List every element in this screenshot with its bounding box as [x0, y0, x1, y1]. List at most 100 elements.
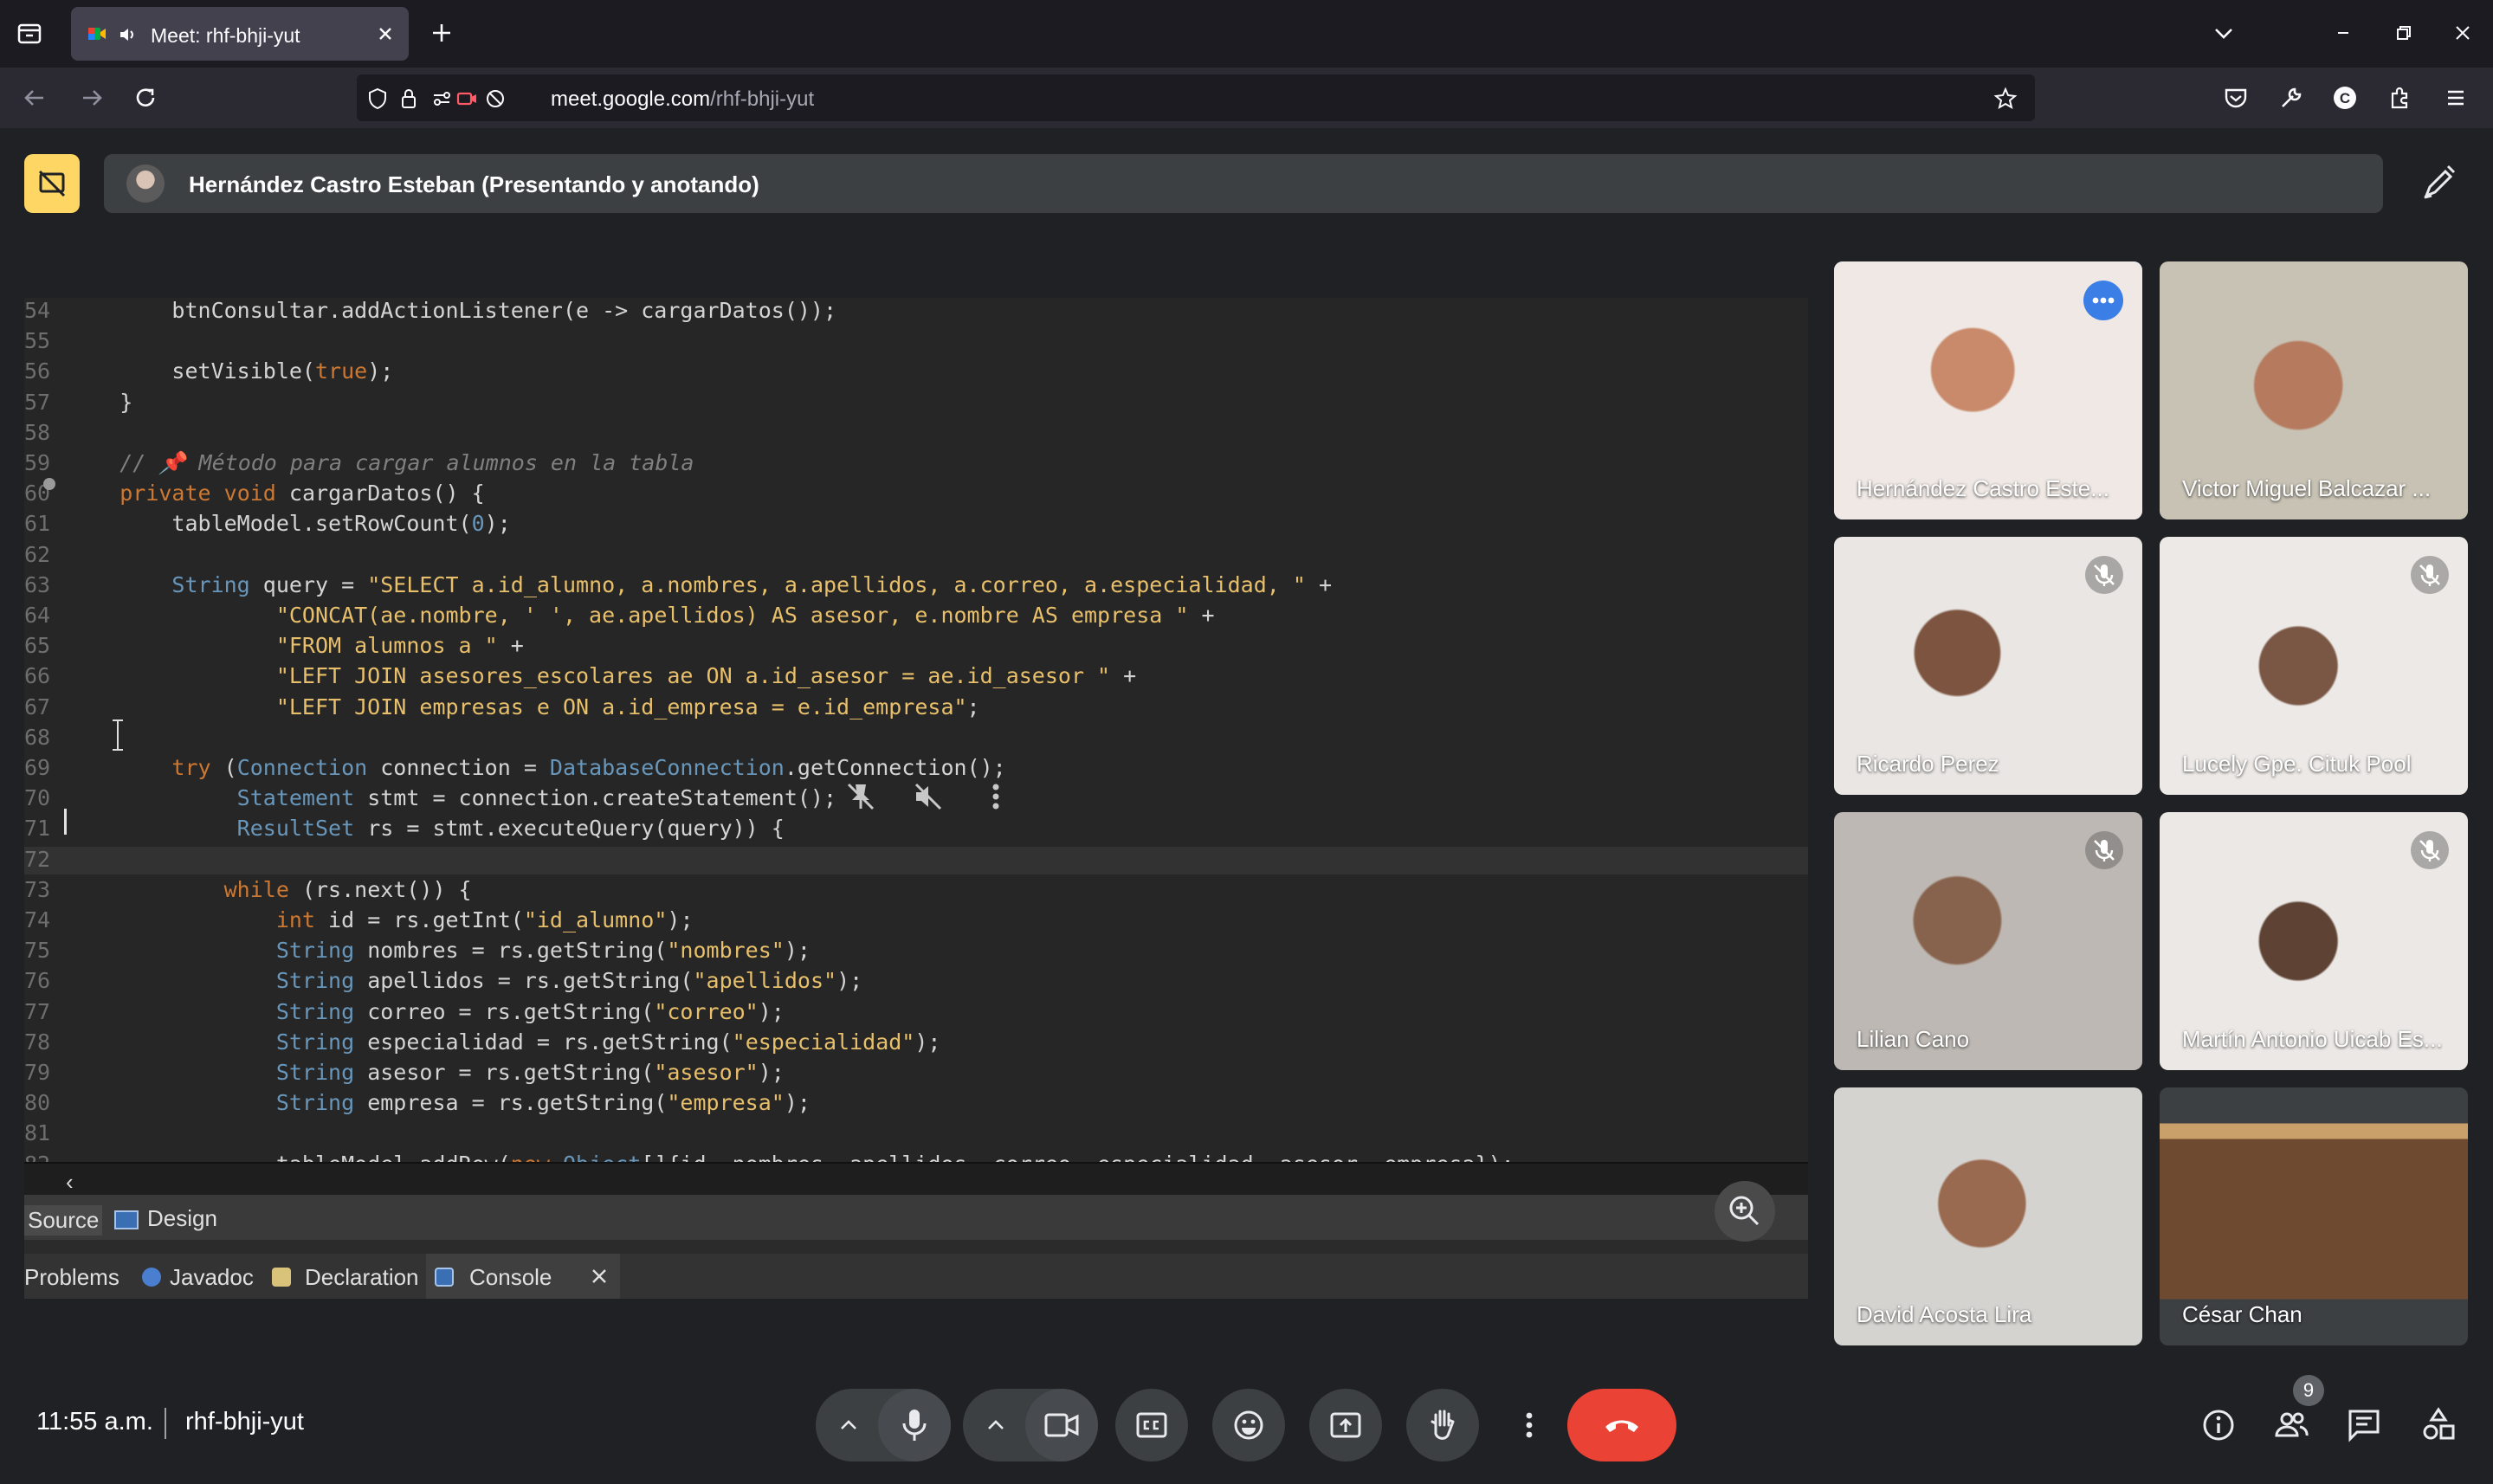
pocket-icon[interactable]: [2220, 82, 2251, 113]
wrench-icon[interactable]: [2276, 82, 2307, 113]
tab-list-icon[interactable]: [14, 17, 45, 48]
code-line[interactable]: 67 "LEFT JOIN empresas e ON a.id_empresa…: [24, 694, 1808, 722]
code-line[interactable]: 63 String query = "SELECT a.id_alumno, a…: [24, 572, 1808, 600]
code-line[interactable]: 57 }: [24, 390, 1808, 417]
participant-tile[interactable]: Victor Miguel Balcazar ...: [2160, 261, 2468, 519]
participant-tile[interactable]: David Acosta Lira: [1834, 1087, 2142, 1345]
camera-sharing-icon[interactable]: [455, 87, 480, 111]
pin-icon[interactable]: [843, 779, 878, 814]
code-line[interactable]: 78 String especialidad = rs.getString("e…: [24, 1029, 1808, 1057]
restore-icon[interactable]: [2388, 17, 2419, 48]
code-text[interactable]: String nombres = rs.getString("nombres")…: [68, 938, 811, 963]
horizontal-scrollbar[interactable]: ‹: [24, 1162, 1808, 1195]
code-line[interactable]: 59 // 📌 Método para cargar alumnos en la…: [24, 450, 1808, 478]
code-text[interactable]: int id = rs.getInt("id_alumno");: [68, 907, 694, 932]
code-line[interactable]: 81: [24, 1120, 1808, 1148]
reload-icon[interactable]: [130, 82, 161, 113]
code-line[interactable]: 77 String correo = rs.getString("correo"…: [24, 999, 1808, 1027]
code-text[interactable]: "CONCAT(ae.nombre, ' ', ae.apellidos) AS…: [68, 603, 1215, 628]
microphone-button[interactable]: [878, 1389, 951, 1461]
code-text[interactable]: tableModel.setRowCount(0);: [68, 511, 510, 536]
reactions-button[interactable]: [1212, 1389, 1285, 1461]
forward-icon[interactable]: [76, 82, 107, 113]
url-text[interactable]: meet.google.com/rhf-bhji-yut: [551, 87, 814, 112]
scroll-left-icon[interactable]: ‹: [66, 1169, 74, 1196]
participant-tile[interactable]: Lucely Gpe. Cituk Pool: [2160, 537, 2468, 795]
speaker-icon[interactable]: [118, 24, 139, 45]
shared-screen[interactable]: 54 btnConsultar.addActionListener(e -> c…: [24, 298, 1808, 1299]
people-icon[interactable]: [2272, 1406, 2310, 1444]
tab-meet[interactable]: Meet: rhf-bhji-yut: [71, 7, 409, 61]
code-line[interactable]: 60 private void cargarDatos() {: [24, 481, 1808, 508]
tab-console[interactable]: Console: [426, 1254, 620, 1299]
video-options-chevron-icon[interactable]: [982, 1411, 1010, 1439]
code-line[interactable]: 66 "LEFT JOIN asesores_escolares ae ON a…: [24, 663, 1808, 691]
tab-design[interactable]: Design: [147, 1205, 217, 1232]
code-text[interactable]: while (rs.next()) {: [68, 877, 472, 902]
extensions-icon[interactable]: [2385, 82, 2416, 113]
more-options-icon[interactable]: [978, 779, 1013, 814]
account-icon[interactable]: C: [2329, 82, 2361, 113]
code-text[interactable]: String empresa = rs.getString("empresa")…: [68, 1090, 811, 1115]
meeting-code[interactable]: rhf-bhji-yut: [185, 1408, 304, 1436]
code-text[interactable]: String correo = rs.getString("correo");: [68, 999, 785, 1024]
code-line[interactable]: 74 int id = rs.getInt("id_alumno");: [24, 907, 1808, 935]
code-editor[interactable]: 54 btnConsultar.addActionListener(e -> c…: [24, 298, 1808, 1237]
shield-icon[interactable]: [365, 87, 390, 111]
tab-declaration[interactable]: Declaration: [305, 1264, 419, 1291]
code-line[interactable]: 64 "CONCAT(ae.nombre, ' ', ae.apellidos)…: [24, 603, 1808, 630]
code-text[interactable]: btnConsultar.addActionListener(e -> carg…: [68, 298, 836, 323]
code-line[interactable]: 68: [24, 725, 1808, 752]
tracking-blocked-icon[interactable]: [483, 87, 507, 111]
code-line[interactable]: 65 "FROM alumnos a " +: [24, 633, 1808, 661]
tab-problems[interactable]: Problems: [24, 1264, 119, 1291]
code-text[interactable]: private void cargarDatos() {: [68, 481, 484, 506]
code-text[interactable]: // 📌 Método para cargar alumnos en la ta…: [68, 450, 694, 476]
code-text[interactable]: "LEFT JOIN asesores_escolares ae ON a.id…: [68, 663, 1136, 688]
code-line[interactable]: 54 btnConsultar.addActionListener(e -> c…: [24, 298, 1808, 326]
audio-options-chevron-icon[interactable]: [835, 1411, 862, 1439]
code-text[interactable]: }: [68, 390, 132, 415]
code-line[interactable]: 79 String asesor = rs.getString("asesor"…: [24, 1060, 1808, 1087]
captions-button[interactable]: [1115, 1389, 1188, 1461]
tile-options-icon[interactable]: [2083, 281, 2123, 320]
close-tab-icon[interactable]: [374, 23, 397, 45]
code-line[interactable]: 73 while (rs.next()) {: [24, 877, 1808, 905]
activities-icon[interactable]: [2419, 1406, 2457, 1444]
code-text[interactable]: String apellidos = rs.getString("apellid…: [68, 968, 862, 993]
breakpoint-dot[interactable]: [43, 478, 55, 490]
code-line[interactable]: 56 setVisible(true);: [24, 358, 1808, 386]
code-text[interactable]: setVisible(true);: [68, 358, 393, 384]
code-text[interactable]: Statement stmt = connection.createStatem…: [68, 785, 836, 810]
list-all-tabs-icon[interactable]: [2208, 17, 2239, 48]
new-tab-icon[interactable]: [426, 17, 457, 48]
code-line[interactable]: 62: [24, 542, 1808, 570]
participant-tile[interactable]: Martín Antonio Uicab Es...: [2160, 812, 2468, 1070]
code-text[interactable]: "FROM alumnos a " +: [68, 633, 524, 658]
lock-icon[interactable]: [397, 87, 421, 111]
minimize-icon[interactable]: [2328, 17, 2359, 48]
code-line[interactable]: 76 String apellidos = rs.getString("apel…: [24, 968, 1808, 996]
code-text[interactable]: ResultSet rs = stmt.executeQuery(query))…: [68, 816, 785, 841]
code-line[interactable]: 58: [24, 420, 1808, 448]
code-line[interactable]: 55: [24, 328, 1808, 356]
code-line[interactable]: 61 tableModel.setRowCount(0);: [24, 511, 1808, 539]
bookmark-star-icon[interactable]: [1993, 87, 2018, 111]
participant-tile[interactable]: Hernández Castro Este...: [1834, 261, 2142, 519]
more-options-button[interactable]: [1503, 1389, 1555, 1461]
stop-presenting-button[interactable]: [24, 154, 80, 213]
mute-for-me-icon[interactable]: [911, 779, 946, 814]
leave-call-button[interactable]: [1567, 1389, 1676, 1461]
raise-hand-button[interactable]: [1406, 1389, 1479, 1461]
participant-tile[interactable]: Lilian Cano: [1834, 812, 2142, 1070]
code-line[interactable]: 75 String nombres = rs.getString("nombre…: [24, 938, 1808, 965]
camera-button[interactable]: [1025, 1389, 1098, 1461]
tab-source[interactable]: Source: [24, 1205, 103, 1236]
permissions-icon[interactable]: [429, 87, 454, 111]
participant-tile[interactable]: Ricardo Perez: [1834, 537, 2142, 795]
back-icon[interactable]: [19, 82, 50, 113]
zoom-in-icon[interactable]: [1715, 1181, 1775, 1242]
tab-javadoc[interactable]: Javadoc: [170, 1264, 254, 1291]
present-screen-button[interactable]: [1309, 1389, 1382, 1461]
code-text[interactable]: String asesor = rs.getString("asesor");: [68, 1060, 785, 1085]
